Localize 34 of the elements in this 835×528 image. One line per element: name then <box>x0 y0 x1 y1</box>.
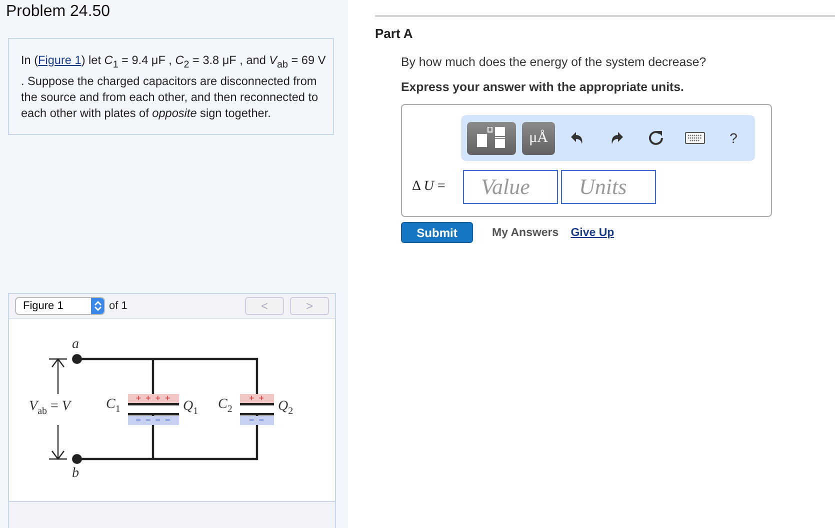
help-button[interactable]: ? <box>717 122 750 154</box>
give-up-link[interactable]: Give Up <box>570 226 614 238</box>
charge-label: Q$_{1}$ <box>183 399 198 418</box>
node-label: b <box>72 466 79 482</box>
capacitor-label: C$_{2}$ <box>218 397 232 416</box>
figure-link[interactable]: Figure 1 <box>38 53 82 67</box>
charge-label: Q$_{2}$ <box>278 399 294 418</box>
my-answers-link[interactable]: My Answers <box>492 226 559 238</box>
negative-charges: − − − − <box>128 416 179 426</box>
answer-label: Δ U = <box>412 179 446 195</box>
instruction-text: Express your answer with the appropriate units. <box>401 80 685 94</box>
part-title: Part A <box>375 26 414 41</box>
capacitor-label: C$_{1}$ <box>106 397 120 416</box>
negative-charges: − − <box>240 416 274 426</box>
undo-icon <box>571 132 584 144</box>
reset-icon <box>648 130 664 146</box>
redo-icon <box>610 132 623 144</box>
positive-charges: + + + + <box>128 394 179 404</box>
problem-text: In (Figure 1) let C$_{1}$ = 9.4 μF , C$_{2}$ = 3.8 μF , and V$_{ab}$ = 69 V . Suppose the charged capacitors are disconnected from the source and from each other, and then reconnected to each other with plates of opposite sign together. <box>21 52 327 122</box>
figure-select[interactable]: Figure 1 <box>15 297 105 316</box>
units-button[interactable]: μÅ <box>522 122 555 154</box>
positive-charges: + + <box>240 394 274 404</box>
units-field[interactable]: Units <box>561 170 656 204</box>
voltage-label: V$_{ab}$ = V <box>29 399 70 418</box>
question-text: By how much does the energy of the system decrease? <box>401 55 708 69</box>
keyboard-icon <box>684 132 704 144</box>
templates-button[interactable] <box>467 122 516 154</box>
node-label: a <box>72 337 79 354</box>
submit-button[interactable]: Submit <box>401 222 473 243</box>
template-icon <box>476 127 506 149</box>
stepper-icon <box>91 298 104 314</box>
figure-count: of 1 <box>109 300 128 312</box>
problem-title: Problem 24.50 <box>6 3 112 22</box>
value-field[interactable]: Value <box>463 170 558 204</box>
